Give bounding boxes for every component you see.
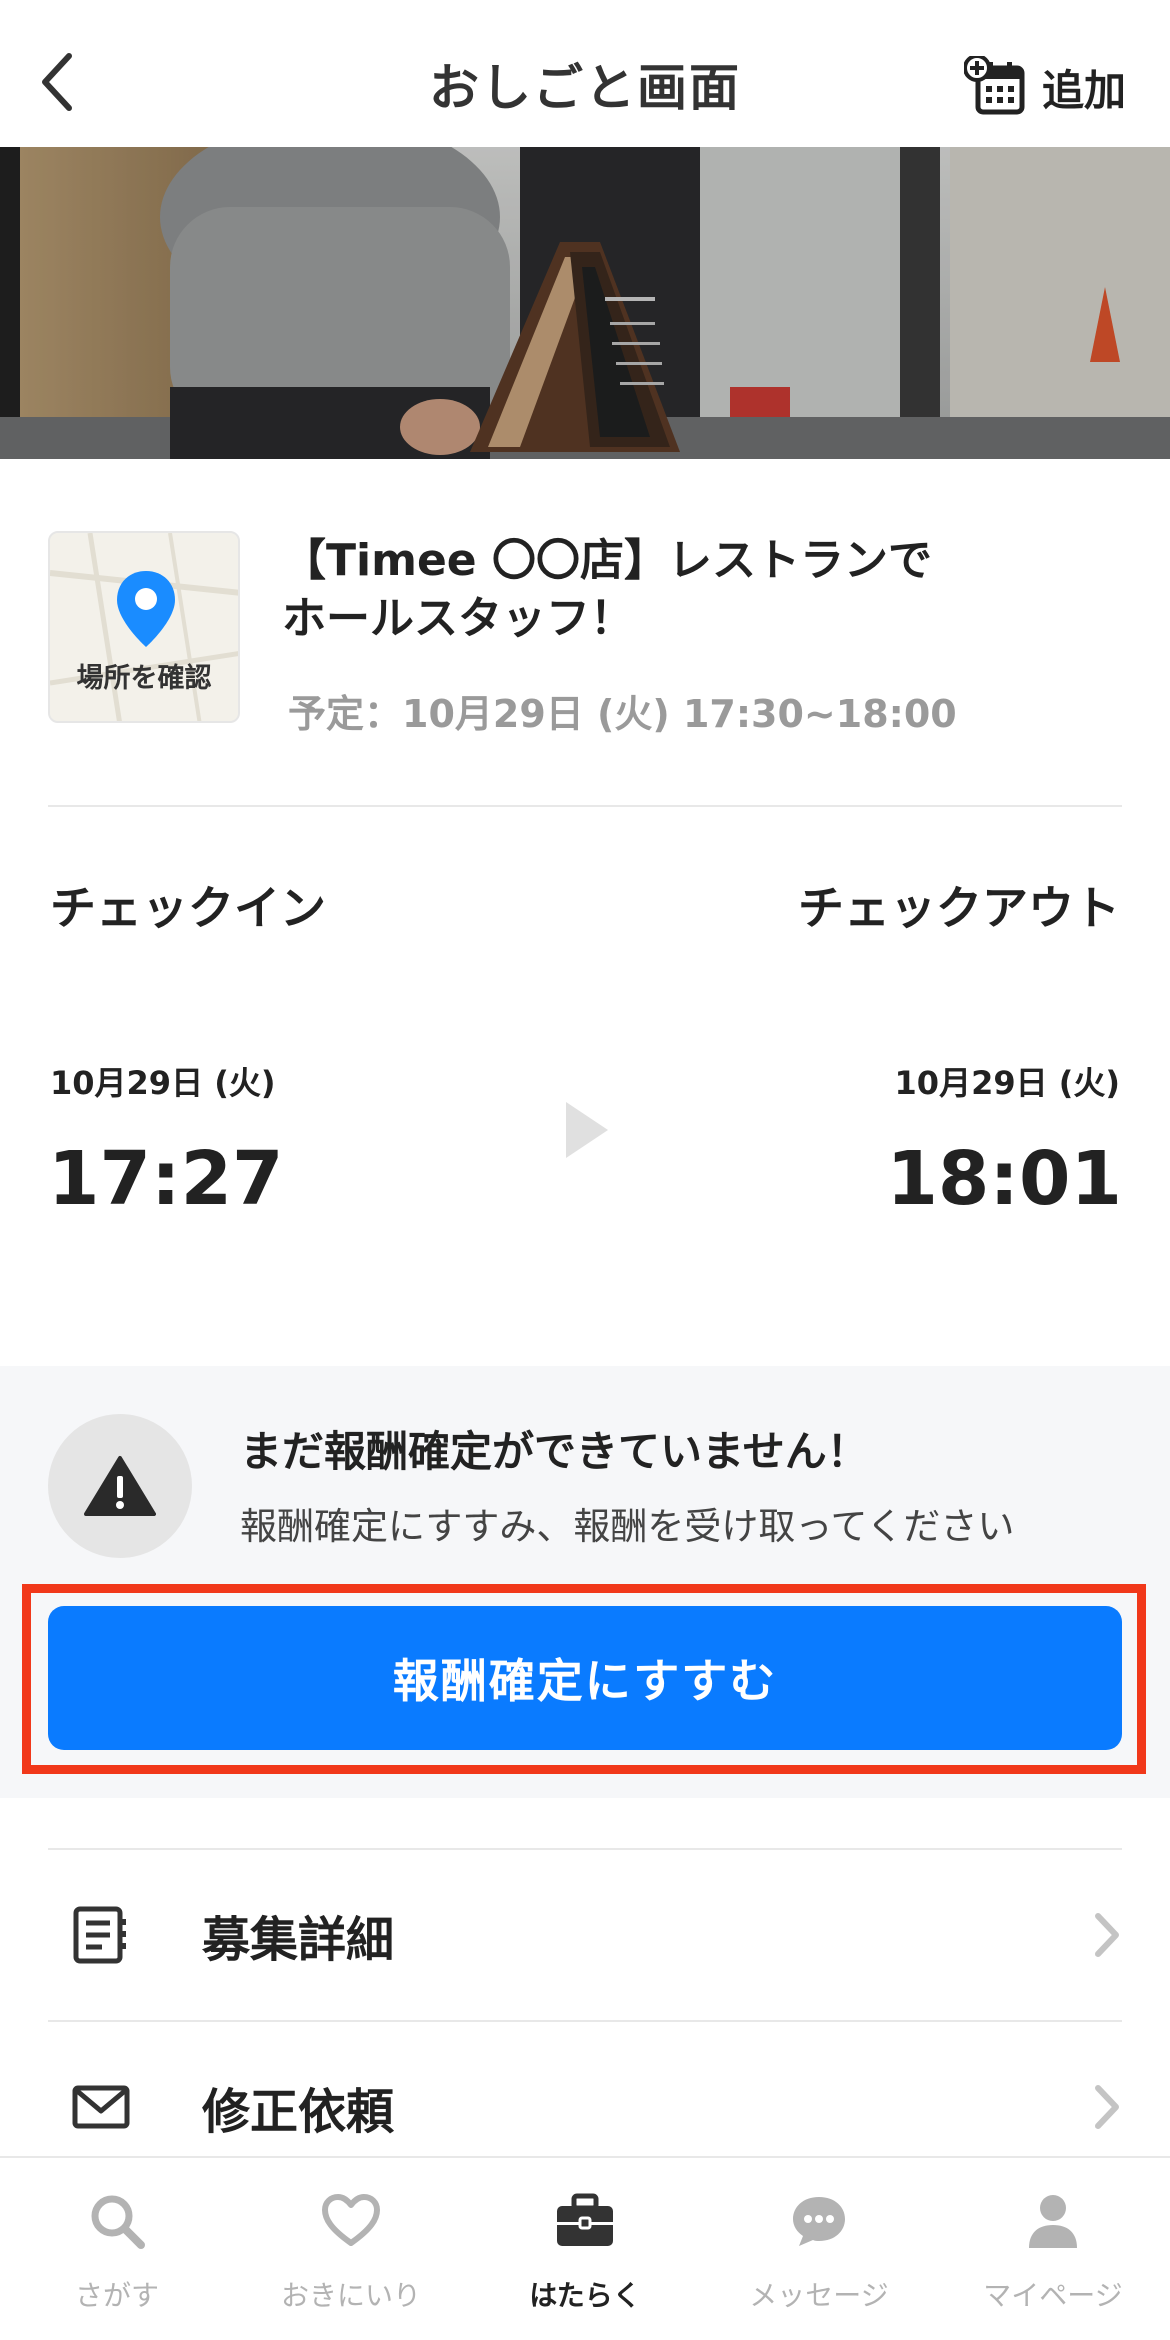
add-to-calendar-button[interactable]: 追加 [963, 52, 1126, 122]
play-arrow-icon [566, 1102, 608, 1158]
search-icon [91, 2195, 145, 2249]
nav-label: メッセージ [749, 2279, 889, 2312]
header-bar: おしごと画面 追加 [0, 0, 1170, 147]
menu-item-label: 募集詳細 [202, 1912, 395, 1968]
checkin-date: 10月29日 (火) [50, 1064, 276, 1102]
briefcase-icon [557, 2193, 613, 2246]
checkout-time: 18:01 [886, 1136, 1122, 1222]
chat-icon [793, 2197, 845, 2246]
chevron-right-icon [1095, 2085, 1119, 2129]
nav-label: さがす [74, 2279, 159, 2312]
confirm-reward-button[interactable]: 報酬確定にすすむ [48, 1606, 1122, 1750]
checkout-date: 10月29日 (火) [894, 1064, 1120, 1102]
warning-badge [48, 1414, 192, 1558]
nav-label: おきにいり [280, 2279, 421, 2312]
envelope-icon [72, 2085, 130, 2129]
reward-warning-panel: まだ報酬確定ができていません！ 報酬確定にすすみ、報酬を受け取ってください 報酬… [0, 1366, 1170, 1798]
nav-label: マイページ [983, 2279, 1123, 2312]
nav-item-work[interactable]: はたらく [468, 2158, 702, 2340]
nav-item-search[interactable]: さがす [0, 2158, 234, 2340]
map-pin-icon [117, 571, 175, 647]
nav-item-messages[interactable]: メッセージ [702, 2158, 936, 2340]
nav-item-mypage[interactable]: マイページ [936, 2158, 1170, 2340]
checkin-label: チェックイン [50, 881, 326, 935]
job-title: 【Timee 〇〇店】レストランで ホールスタッフ！ [282, 535, 932, 644]
job-schedule: 予定：10月29日 (火) 17:30~18:00 [288, 692, 957, 736]
menu-item-job-details[interactable]: 募集詳細 [48, 1850, 1122, 2020]
calendar-add-icon [963, 56, 1025, 115]
menu-item-label: 修正依頼 [202, 2084, 395, 2140]
divider [48, 805, 1122, 807]
nav-item-favorites[interactable]: おきにいり [234, 2158, 468, 2340]
bottom-nav: さがす おきにいり はたらく メッセージ マイページ [0, 2156, 1170, 2340]
document-icon [73, 1906, 126, 1964]
add-label: 追加 [1041, 65, 1126, 115]
map-label: 場所を確認 [76, 663, 212, 694]
warning-subtitle: 報酬確定にすすみ、報酬を受け取ってください [240, 1505, 1015, 1548]
job-hero-image [0, 147, 1170, 459]
chevron-right-icon [1095, 1913, 1119, 1957]
warning-title: まだ報酬確定ができていません！ [240, 1427, 869, 1476]
checkin-time: 17:27 [48, 1136, 284, 1222]
person-icon [1029, 2195, 1077, 2248]
map-location-button[interactable]: 場所を確認 [48, 531, 240, 723]
warning-triangle-icon [84, 1456, 156, 1516]
checkout-label: チェックアウト [798, 881, 1120, 935]
heart-icon [322, 2194, 380, 2246]
nav-label: はたらく [529, 2279, 641, 2312]
